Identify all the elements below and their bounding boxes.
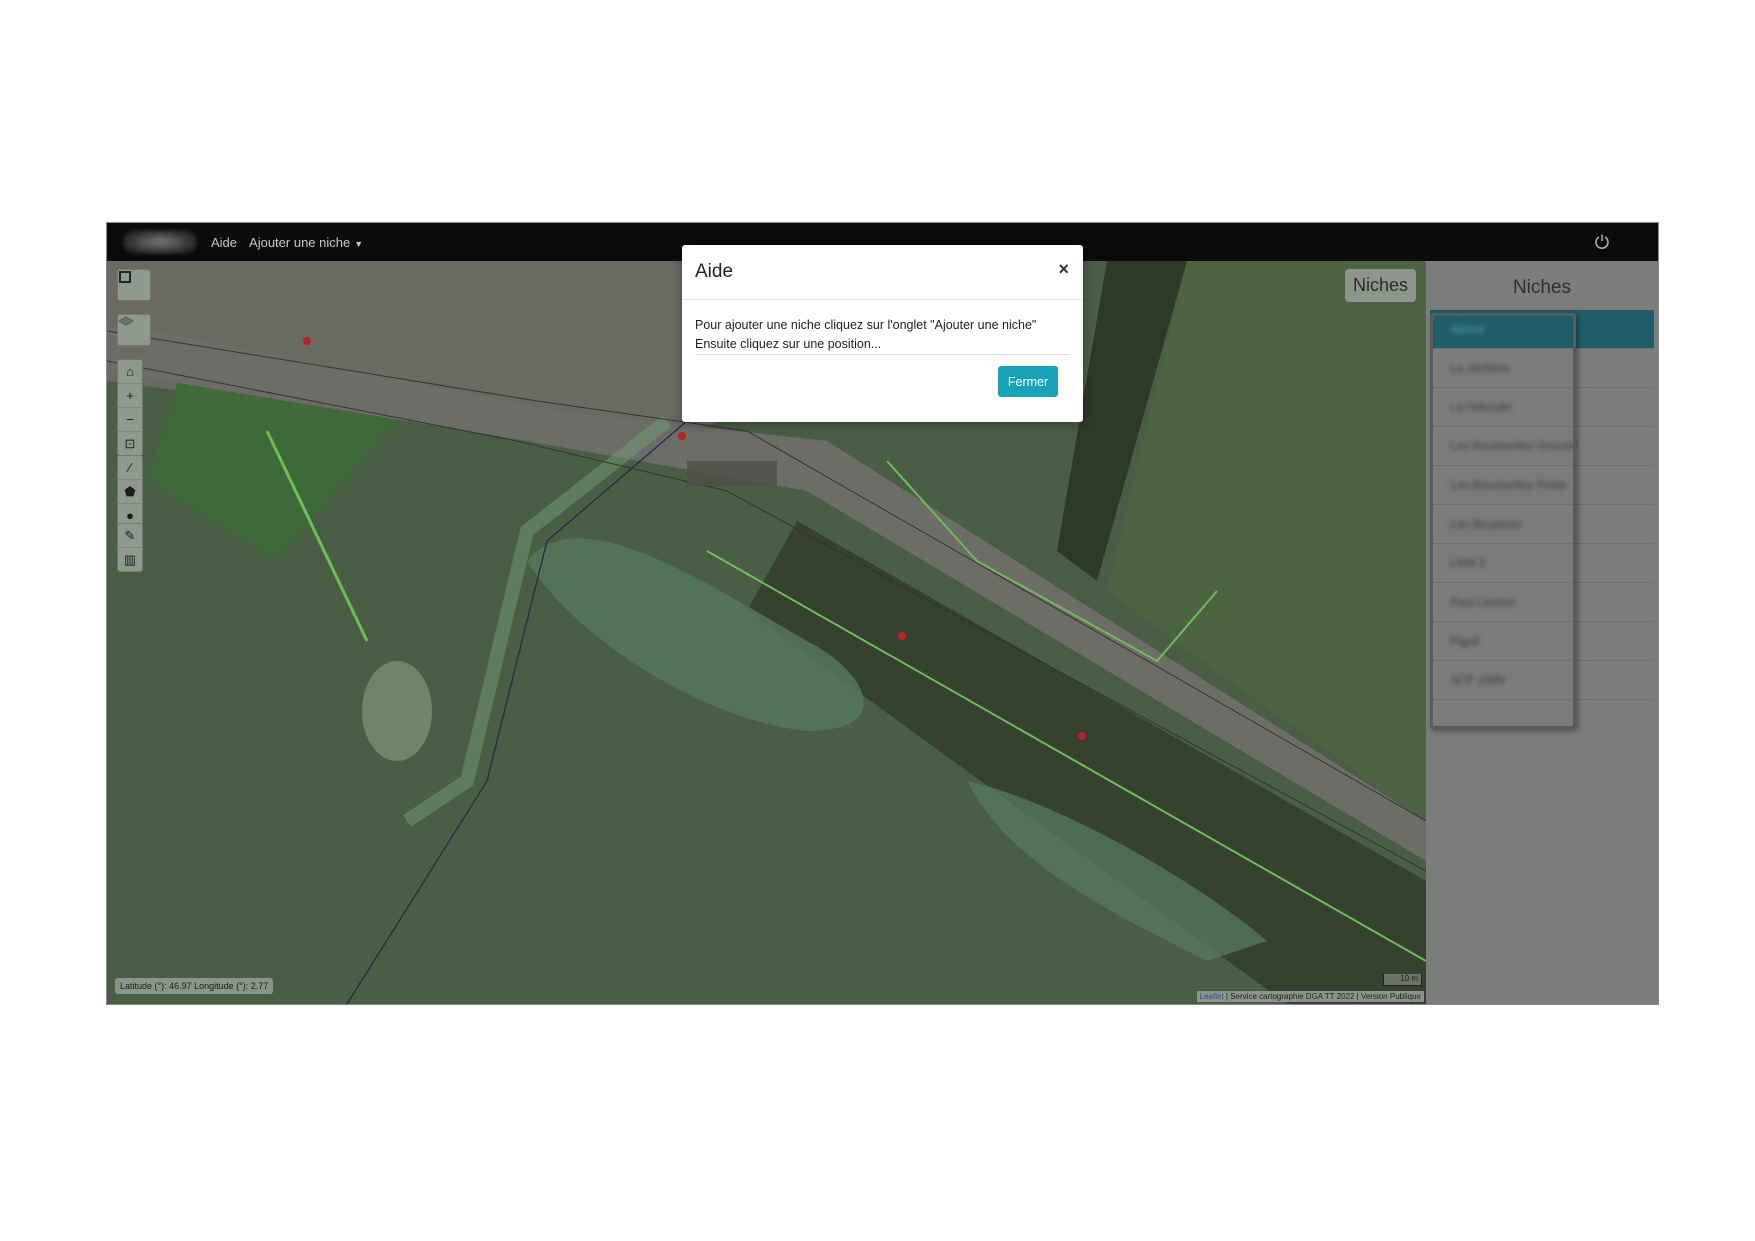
fermer-button[interactable]: Fermer <box>998 366 1058 397</box>
zoom-in-icon[interactable]: + <box>118 384 142 408</box>
nav-ajouter-niche[interactable]: Ajouter une niche ▼ <box>249 235 363 250</box>
modal-title: Aide <box>695 261 734 282</box>
close-icon[interactable]: × <box>1058 259 1069 280</box>
trash-icon[interactable]: ▥ <box>118 548 142 571</box>
panel-title: Niches <box>1512 277 1572 298</box>
fullscreen-button[interactable] <box>117 269 151 301</box>
nav-ajouter-niche-label: Ajouter une niche <box>249 234 351 250</box>
logo[interactable] <box>123 230 197 254</box>
modal-text-line-2: Ensuite cliquez sur une position... <box>695 337 882 351</box>
niches-panel: Niches Abrest La Jardière La Hétrodie Le… <box>1426 261 1658 1004</box>
scale-bar: 10 m <box>1383 974 1422 986</box>
divider <box>695 354 1070 355</box>
layers-button[interactable] <box>117 314 151 346</box>
fullscreen-icon <box>119 271 131 283</box>
layers-icon <box>118 316 134 326</box>
coordinates-readout: Latitude (°): 46.97 Longitude (°): 2.77 <box>115 978 274 994</box>
polygon-icon[interactable]: ⬟ <box>118 480 142 504</box>
dropdown-overlay <box>1430 313 1576 729</box>
modal-text-line-1: Pour ajouter une niche cliquez sur l'ong… <box>695 318 1037 332</box>
modal-body: Pour ajouter une niche cliquez sur l'ong… <box>682 300 1083 354</box>
map-attribution: Leaflet | Service cartographie DGA TT 20… <box>1196 991 1424 1002</box>
edit-icon[interactable]: ✎ <box>118 524 142 548</box>
modal-header: Aide × <box>682 245 1083 300</box>
zoom-controls: ⌂ + − ⊡ <box>117 359 143 456</box>
niches-chip[interactable]: Niches <box>1344 269 1416 302</box>
zoom-out-icon[interactable]: − <box>118 408 142 432</box>
help-modal: Aide × Pour ajouter une niche cliquez su… <box>682 245 1083 422</box>
polyline-icon[interactable]: ⁄ <box>118 456 142 480</box>
edit-controls: ✎ ▥ <box>117 523 143 572</box>
draw-controls: ⁄ ⬟ ● <box>117 455 143 528</box>
caret-down-icon: ▼ <box>354 238 364 249</box>
nav-aide[interactable]: Aide <box>211 235 237 250</box>
leaflet-link[interactable]: Leaflet <box>1200 992 1224 1001</box>
attribution-text: | Service cartographie DGA TT 2022 | Ver… <box>1223 992 1421 1001</box>
home-icon[interactable]: ⌂ <box>118 360 142 384</box>
zoom-box-icon[interactable]: ⊡ <box>118 432 142 455</box>
power-icon[interactable] <box>1594 233 1610 249</box>
